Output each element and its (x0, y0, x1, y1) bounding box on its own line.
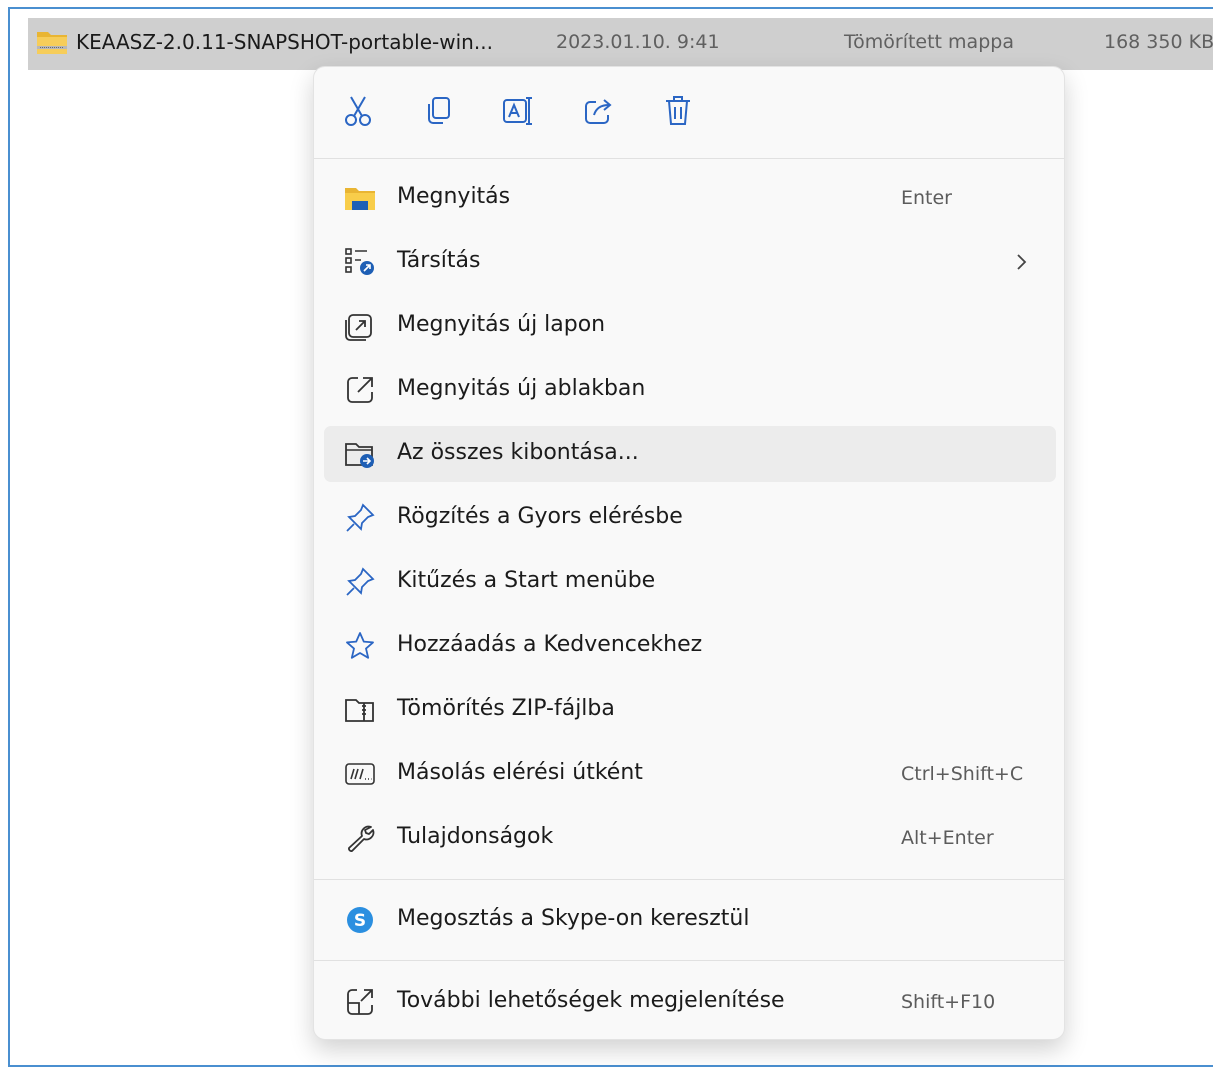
menu-item-shortcut: Ctrl+Shift+C (901, 763, 1024, 785)
menu-item-label: Hozzáadás a Kedvencekhez (397, 632, 703, 657)
rename-button[interactable] (498, 93, 538, 133)
svg-text:S: S (354, 911, 366, 931)
new-tab-icon (342, 309, 378, 343)
separator (314, 879, 1064, 880)
menu-item-label: Társítás (397, 248, 481, 273)
scissors-icon (343, 94, 373, 132)
menu-item-label: Megnyitás új lapon (397, 312, 606, 337)
menu-item-copy-as-path[interactable]: Másolás elérési útként Ctrl+Shift+C (324, 746, 1056, 802)
separator (314, 158, 1064, 159)
share-button[interactable] (578, 93, 618, 133)
skype-icon: S (342, 903, 378, 937)
menu-item-add-favorites[interactable]: Hozzáadás a Kedvencekhez (324, 618, 1056, 674)
menu-item-shortcut: Enter (901, 187, 952, 209)
menu-item-compress-zip[interactable]: Tömörítés ZIP-fájlba (324, 682, 1056, 738)
context-menu: Megnyitás Enter Társítás Megnyitás új la… (313, 66, 1065, 1040)
menu-item-pin-quick-access[interactable]: Rögzítés a Gyors elérésbe (324, 490, 1056, 546)
folder-open-icon (342, 181, 378, 215)
menu-item-open-new-window[interactable]: Megnyitás új ablakban (324, 362, 1056, 418)
wrench-icon (342, 821, 378, 855)
menu-item-label: További lehetőségek megjelenítése (397, 988, 785, 1013)
chevron-right-icon (1014, 252, 1028, 276)
menu-item-more-options[interactable]: További lehetőségek megjelenítése Shift+… (324, 974, 1056, 1030)
copy-button[interactable] (418, 93, 458, 133)
open-with-icon (342, 245, 378, 279)
menu-item-shortcut: Alt+Enter (901, 827, 994, 849)
file-name: KEAASZ-2.0.11-SNAPSHOT-portable-win... (76, 30, 493, 54)
menu-item-extract-all[interactable]: Az összes kibontása... (324, 426, 1056, 482)
pin-start-icon (342, 565, 378, 599)
file-type: Tömörített mappa (844, 31, 1014, 53)
menu-item-open[interactable]: Megnyitás Enter (324, 170, 1056, 226)
new-window-icon (342, 373, 378, 407)
menu-item-label: Az összes kibontása... (397, 440, 639, 465)
menu-item-open-new-tab[interactable]: Megnyitás új lapon (324, 298, 1056, 354)
file-date: 2023.01.10. 9:41 (556, 31, 720, 53)
extract-all-icon (342, 437, 378, 471)
star-icon (342, 629, 378, 663)
cut-button[interactable] (338, 93, 378, 133)
trash-icon (663, 94, 693, 132)
menu-item-label: Tömörítés ZIP-fájlba (397, 696, 615, 721)
menu-item-label: Másolás elérési útként (397, 760, 643, 785)
menu-item-open-with[interactable]: Társítás (324, 234, 1056, 290)
file-size: 168 350 KB (1104, 31, 1213, 53)
separator (314, 960, 1064, 961)
menu-item-label: Tulajdonságok (397, 824, 554, 849)
pin-icon (342, 501, 378, 535)
more-options-icon (342, 985, 378, 1019)
share-icon (582, 95, 614, 131)
menu-item-label: Megosztás a Skype-on keresztül (397, 906, 750, 931)
menu-item-label: Megnyitás új ablakban (397, 376, 646, 401)
menu-item-pin-start[interactable]: Kitűzés a Start menübe (324, 554, 1056, 610)
rename-icon (501, 95, 535, 131)
zip-icon (342, 693, 378, 727)
menu-item-label: Rögzítés a Gyors elérésbe (397, 504, 683, 529)
file-row-selected[interactable]: KEAASZ-2.0.11-SNAPSHOT-portable-win... 2… (28, 18, 1213, 70)
menu-item-properties[interactable]: Tulajdonságok Alt+Enter (324, 810, 1056, 866)
menu-item-shortcut: Shift+F10 (901, 991, 996, 1013)
copy-icon (423, 95, 453, 131)
menu-item-label: Kitűzés a Start menübe (397, 568, 656, 593)
menu-item-share-skype[interactable]: S Megosztás a Skype-on keresztül (324, 892, 1056, 948)
copy-path-icon (342, 757, 378, 791)
menu-item-label: Megnyitás (397, 184, 511, 209)
zip-folder-icon (36, 28, 68, 60)
delete-button[interactable] (658, 93, 698, 133)
